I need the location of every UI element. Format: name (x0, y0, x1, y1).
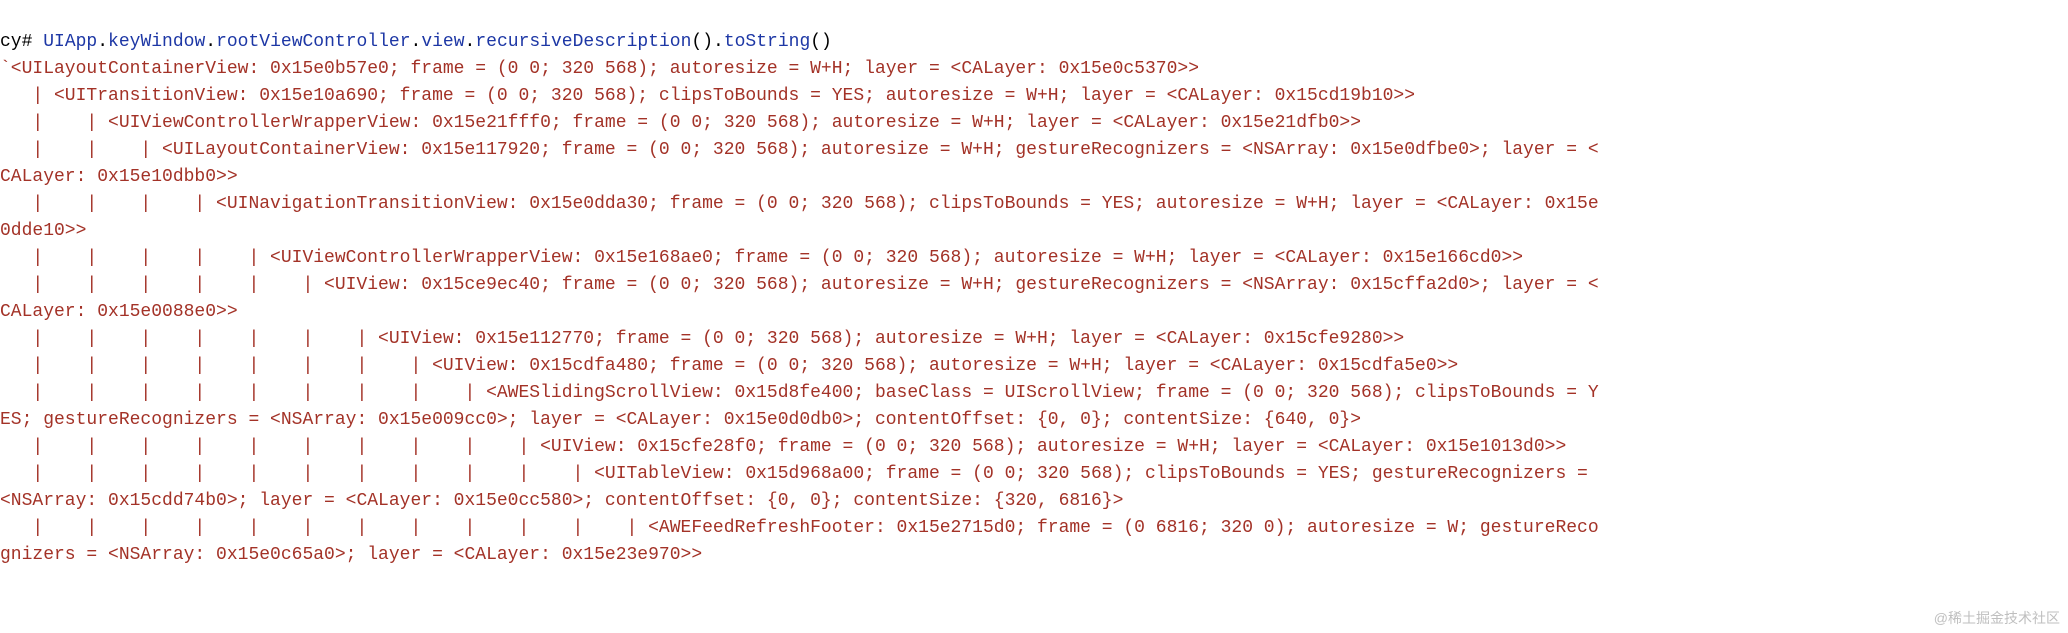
command-expression: UIApp.keyWindow.rootViewController.view.… (43, 32, 832, 52)
cmd-token: keyWindow (108, 32, 205, 52)
watermark: @稀土掘金技术社区 (1934, 608, 2060, 629)
cmd-token: UIApp (43, 32, 97, 52)
cmd-token: recursiveDescription (475, 32, 691, 52)
cmd-token: () (810, 32, 832, 52)
cmd-token: . (465, 32, 476, 52)
view-hierarchy-output: `<UILayoutContainerView: 0x15e0b57e0; fr… (0, 56, 2068, 569)
cmd-token: () (691, 32, 713, 52)
terminal-output: cy# UIApp.keyWindow.rootViewController.v… (0, 0, 2068, 633)
cmd-token: rootViewController (216, 32, 410, 52)
prompt: cy# (0, 32, 43, 52)
cmd-token: . (97, 32, 108, 52)
command-line: cy# UIApp.keyWindow.rootViewController.v… (0, 29, 2068, 56)
cmd-token: . (205, 32, 216, 52)
cmd-token: . (713, 32, 724, 52)
cmd-token: toString (724, 32, 810, 52)
cmd-token: . (411, 32, 422, 52)
cmd-token: view (421, 32, 464, 52)
